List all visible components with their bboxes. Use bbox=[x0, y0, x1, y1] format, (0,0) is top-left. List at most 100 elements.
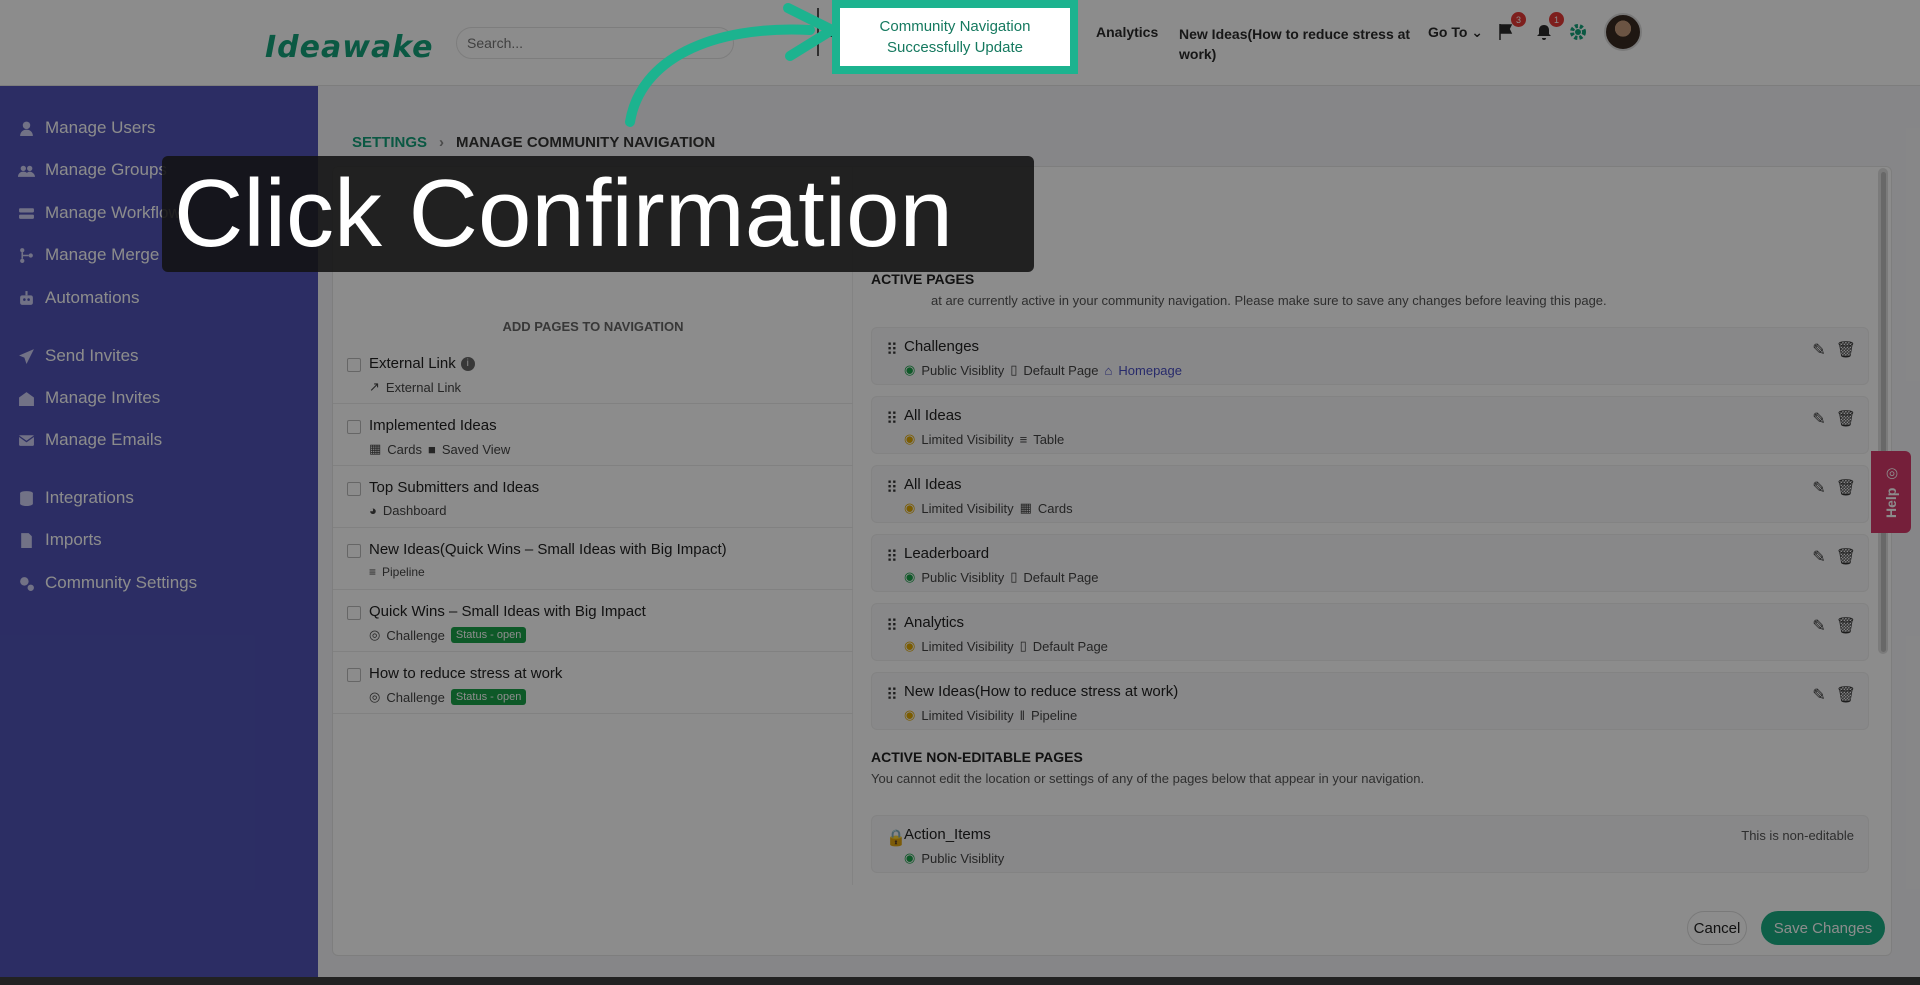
external-link-icon: ↗ bbox=[369, 379, 380, 394]
edit-icon[interactable]: ✎ bbox=[1812, 478, 1825, 498]
page-checkbox[interactable] bbox=[347, 606, 361, 620]
help-tab[interactable]: Help ◎ bbox=[1871, 451, 1911, 533]
trash-icon[interactable]: 🗑 bbox=[1836, 340, 1856, 360]
sidebar-item-integrations[interactable]: Integrations bbox=[18, 488, 134, 508]
list-icon: ≡ bbox=[369, 565, 377, 579]
active-page-row[interactable]: ⠿ New Ideas(How to reduce stress at work… bbox=[871, 672, 1869, 730]
page-checkbox[interactable] bbox=[347, 420, 361, 434]
sidebar-item-manage-merge[interactable]: Manage Merge bbox=[18, 245, 159, 265]
available-page-item[interactable]: Top Submitters and Ideas ◕ Dashboard bbox=[333, 466, 853, 528]
non-editable-subtitle: You cannot edit the location or settings… bbox=[871, 771, 1425, 786]
sidebar-item-imports[interactable]: Imports bbox=[18, 530, 102, 550]
grid-icon: ▦ bbox=[369, 441, 382, 456]
drag-handle-icon[interactable]: ⠿ bbox=[886, 340, 898, 360]
sidebar-item-label: Manage Invites bbox=[45, 388, 161, 407]
page-checkbox[interactable] bbox=[347, 482, 361, 496]
page-title: External Link bbox=[369, 355, 456, 372]
sidebar-item-label: Manage Merge bbox=[45, 245, 160, 264]
drag-handle-icon[interactable]: ⠿ bbox=[886, 685, 898, 705]
page-title: Quick Wins – Small Ideas with Big Impact bbox=[369, 603, 646, 620]
edit-icon[interactable]: ✎ bbox=[1812, 616, 1825, 636]
cancel-button[interactable]: Cancel bbox=[1687, 911, 1747, 945]
user-avatar[interactable] bbox=[1604, 13, 1642, 51]
page-title: Action_Items bbox=[904, 826, 991, 843]
chevron-right-icon: › bbox=[439, 134, 445, 151]
edit-icon[interactable]: ✎ bbox=[1812, 547, 1825, 567]
nav-link-new-ideas[interactable]: New Ideas(How to reduce stress at work) bbox=[1179, 24, 1414, 64]
visibility-label: Public Visiblity bbox=[921, 850, 1005, 866]
non-editable-note: This is non-editable bbox=[1741, 828, 1854, 843]
gear-icon[interactable] bbox=[1566, 20, 1590, 44]
page-checkbox[interactable] bbox=[347, 668, 361, 682]
breadcrumb: SETTINGS › MANAGE COMMUNITY NAVIGATION bbox=[352, 134, 715, 151]
sidebar-item-manage-invites[interactable]: Manage Invites bbox=[18, 388, 160, 408]
ideawake-logo[interactable]: Ideawake bbox=[265, 30, 433, 65]
page-title: How to reduce stress at work bbox=[369, 665, 563, 682]
trash-icon[interactable]: 🗑 bbox=[1836, 547, 1856, 567]
page-checkbox[interactable] bbox=[347, 358, 361, 372]
nav-link-analytics[interactable]: Analytics bbox=[1096, 24, 1158, 40]
robot-icon bbox=[20, 290, 33, 305]
active-page-row[interactable]: ⠿ Analytics ◉ Limited Visibility ▯ Default … bbox=[871, 603, 1869, 661]
available-pages-panel: ADD PAGES TO NAVIGATION External Link i ↗… bbox=[333, 167, 853, 885]
active-page-row[interactable]: ⠿ Challenges ◉ Public Visiblity ▯ Default P… bbox=[871, 327, 1869, 385]
sidebar-item-manage-groups[interactable]: Manage Groups bbox=[18, 160, 167, 180]
active-pages-subtitle: at are currently active in your communit… bbox=[931, 293, 1607, 308]
available-page-item[interactable]: Implemented Ideas ▦ Cards ■ Saved View bbox=[333, 404, 853, 466]
page-title: All Ideas bbox=[904, 407, 962, 424]
trash-icon[interactable]: 🗑 bbox=[1836, 409, 1856, 429]
page-type: External Link bbox=[385, 379, 462, 395]
save-changes-button[interactable]: Save Changes bbox=[1761, 911, 1885, 945]
active-pages-title: ACTIVE PAGES bbox=[871, 271, 975, 287]
edit-icon[interactable]: ✎ bbox=[1812, 409, 1825, 429]
sidebar-item-manage-users[interactable]: Manage Users bbox=[18, 118, 156, 138]
sidebar-item-manage-emails[interactable]: Manage Emails bbox=[18, 430, 162, 450]
non-editable-page-row: 🔒 Action_Items ◉ Public Visiblity This is… bbox=[871, 815, 1869, 873]
page-title: Top Submitters and Ideas bbox=[369, 479, 540, 496]
page-title: All Ideas bbox=[904, 476, 962, 493]
sidebar-item-automations[interactable]: Automations bbox=[18, 288, 140, 308]
breadcrumb-settings[interactable]: SETTINGS bbox=[352, 134, 427, 151]
database-icon bbox=[20, 490, 33, 506]
home-icon: ⌂ bbox=[1104, 362, 1113, 378]
tutorial-arrow-icon bbox=[625, 3, 837, 127]
drag-handle-icon[interactable]: ⠿ bbox=[886, 478, 898, 498]
available-page-item[interactable]: External Link i ↗ External Link bbox=[333, 342, 853, 404]
drag-handle-icon[interactable]: ⠿ bbox=[886, 409, 898, 429]
sidebar-item-label: Automations bbox=[45, 288, 140, 307]
page-title: Leaderboard bbox=[904, 545, 990, 562]
file-icon: ▯ bbox=[1019, 638, 1027, 653]
drag-handle-icon[interactable]: ⠿ bbox=[886, 547, 898, 567]
lock-icon: 🔒 bbox=[886, 830, 906, 847]
sidebar-item-community-settings[interactable]: Community Settings bbox=[18, 573, 197, 593]
page-type: Default Page bbox=[1032, 638, 1108, 654]
page-type: Cards bbox=[1037, 500, 1073, 516]
page-checkbox[interactable] bbox=[347, 544, 361, 558]
available-page-item[interactable]: Quick Wins – Small Ideas with Big Impact… bbox=[333, 590, 853, 652]
chevron-down-icon: ⌄ bbox=[1471, 24, 1484, 40]
available-page-item[interactable]: How to reduce stress at work ◎ Challenge S… bbox=[333, 652, 853, 714]
go-to-label: Go To bbox=[1428, 24, 1468, 40]
edit-icon[interactable]: ✎ bbox=[1812, 685, 1825, 705]
trash-icon[interactable]: 🗑 bbox=[1836, 616, 1856, 636]
active-page-row[interactable]: ⠿ All Ideas ◉ Limited Visibility ▦ Cards ✎ 🗑 bbox=[871, 465, 1869, 523]
help-label: Help bbox=[1883, 487, 1899, 519]
bell-icon[interactable]: 1 bbox=[1532, 12, 1564, 44]
sidebar-item-send-invites[interactable]: Send Invites bbox=[18, 346, 139, 366]
sidebar-item-label: Send Invites bbox=[45, 346, 139, 365]
drag-handle-icon[interactable]: ⠿ bbox=[886, 616, 898, 636]
trash-icon[interactable]: 🗑 bbox=[1836, 685, 1856, 705]
available-page-item[interactable]: New Ideas(Quick Wins – Small Ideas with … bbox=[333, 528, 853, 590]
list-icon: ≡ bbox=[1019, 431, 1028, 447]
page-title: Challenges bbox=[904, 338, 980, 355]
go-to-dropdown[interactable]: Go To ⌄ bbox=[1428, 24, 1483, 41]
active-page-row[interactable]: ⠿ Leaderboard ◉ Public Visiblity ▯ Default … bbox=[871, 534, 1869, 592]
eye-icon: ◉ bbox=[904, 362, 916, 377]
flag-icon[interactable]: 3 bbox=[1494, 12, 1526, 44]
info-icon[interactable]: i bbox=[460, 356, 475, 371]
active-page-row[interactable]: ⠿ All Ideas ◉ Limited Visibility ≡ Table ✎ 🗑 bbox=[871, 396, 1869, 454]
scrollbar-thumb[interactable] bbox=[1881, 172, 1886, 652]
trash-icon[interactable]: 🗑 bbox=[1836, 478, 1856, 498]
target-icon: ◎ bbox=[369, 689, 381, 704]
edit-icon[interactable]: ✎ bbox=[1812, 340, 1825, 360]
